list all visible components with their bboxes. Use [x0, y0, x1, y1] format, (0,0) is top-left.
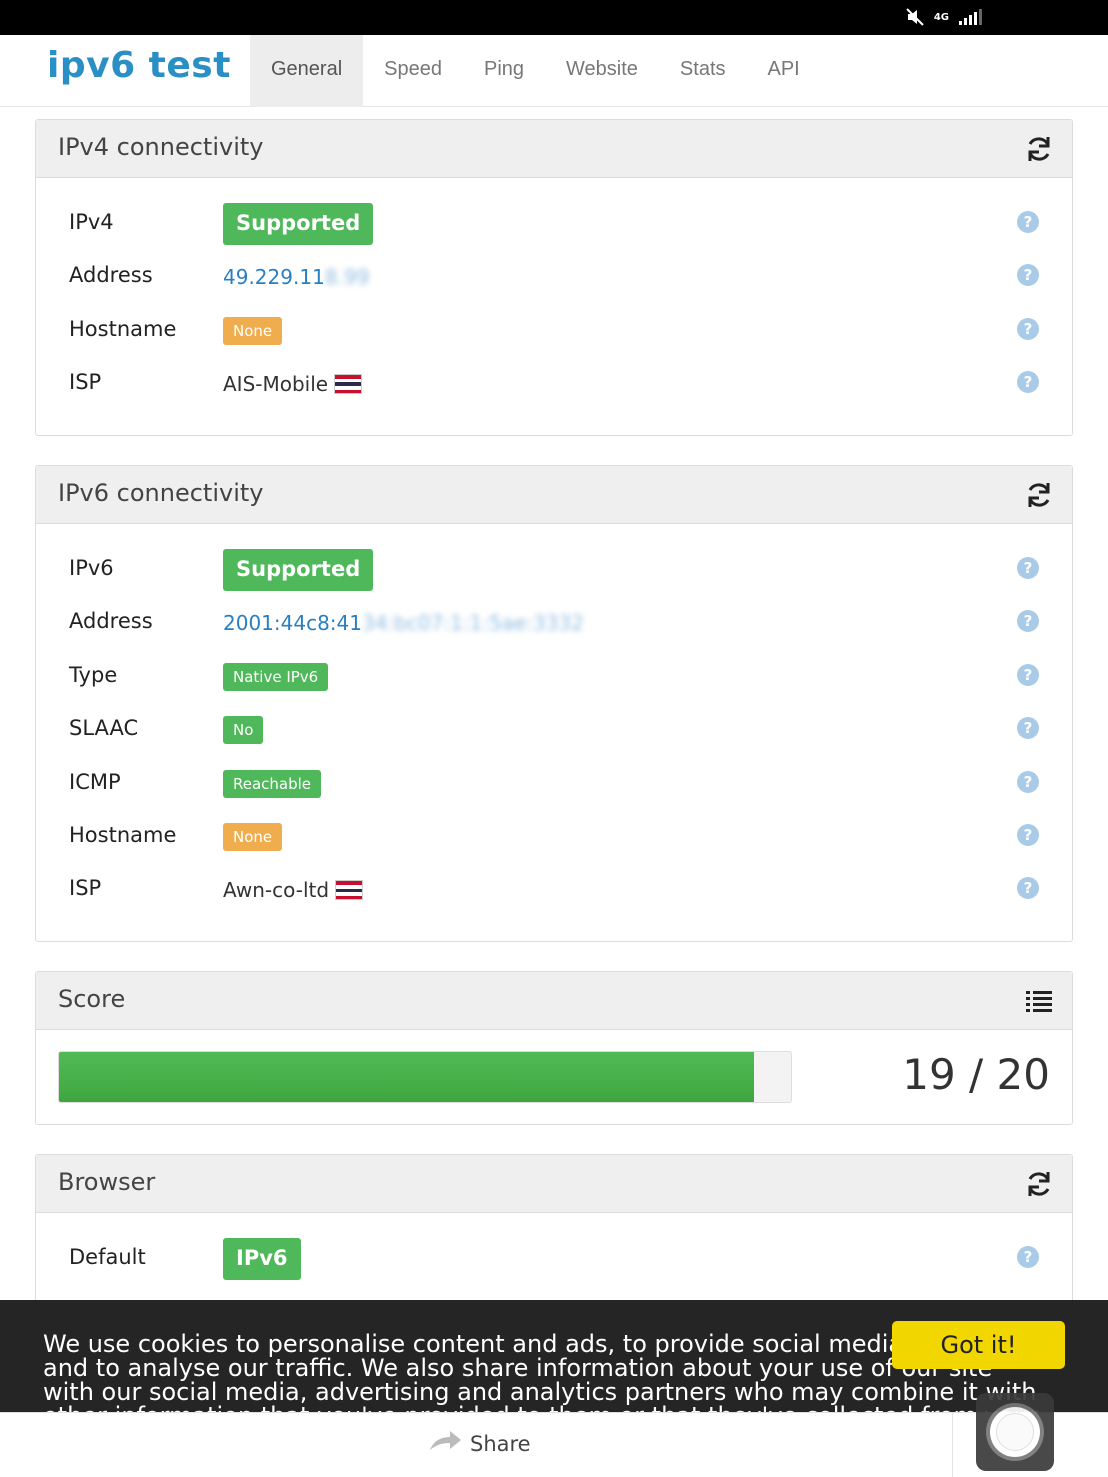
- row-label: IPv4: [69, 210, 114, 234]
- ipv4-panel: IPv4 connectivity IPv4 Supported ? Addre…: [35, 119, 1073, 436]
- cookie-accept-button[interactable]: Got it!: [892, 1321, 1065, 1369]
- browser-default-row: Default IPv6 ?: [36, 1238, 1072, 1292]
- browser-panel: Browser Default IPv6 ?: [35, 1154, 1073, 1324]
- help-icon[interactable]: ?: [1017, 317, 1039, 340]
- score-panel: Score 19 / 20: [35, 971, 1073, 1125]
- refresh-icon[interactable]: [1024, 134, 1054, 164]
- ipv6-slaac-row: SLAAC No ?: [36, 710, 1072, 763]
- main-nav: General Speed Ping Website Stats API: [250, 35, 821, 107]
- cookie-consent-bar: We use cookies to personalise content an…: [0, 1300, 1108, 1412]
- help-icon[interactable]: ?: [1017, 717, 1039, 740]
- row-label: ISP: [69, 370, 102, 395]
- panel-title: Score: [58, 985, 126, 1013]
- site-logo[interactable]: ipv6 test: [47, 45, 231, 86]
- row-label: IPv6: [69, 556, 114, 580]
- help-icon[interactable]: ?: [1017, 663, 1039, 686]
- help-icon[interactable]: ?: [1017, 211, 1039, 233]
- browser-panel-header: Browser: [36, 1155, 1072, 1213]
- help-icon[interactable]: ?: [1017, 770, 1039, 793]
- status-badge: Supported: [223, 549, 374, 591]
- logo-text-ipv6: ipv6: [47, 45, 136, 86]
- tab-website[interactable]: Website: [545, 35, 659, 107]
- ipv4-hostname-row: Hostname None ?: [36, 311, 1072, 364]
- tab-stats[interactable]: Stats: [659, 35, 747, 107]
- ipv6-status-row: IPv6 Supported ?: [36, 549, 1072, 603]
- row-label: Address: [69, 609, 153, 634]
- default-protocol-badge: IPv6: [223, 1238, 301, 1280]
- logo-text-test: test: [148, 45, 231, 86]
- status-icons: 4G: [906, 8, 982, 26]
- row-label: ISP: [69, 876, 102, 901]
- help-icon[interactable]: ?: [1017, 264, 1039, 287]
- row-label: Hostname: [69, 316, 177, 341]
- status-badge: Supported: [223, 203, 374, 245]
- ipv4-panel-header: IPv4 connectivity: [36, 120, 1072, 178]
- site-header: ipv6 test General Speed Ping Website Sta…: [0, 35, 1108, 107]
- type-badge: Native IPv6: [223, 662, 329, 691]
- refresh-icon[interactable]: [1024, 1169, 1054, 1199]
- network-4g-icon: 4G: [933, 11, 949, 23]
- divider: [952, 1413, 953, 1477]
- help-icon[interactable]: ?: [1017, 557, 1039, 579]
- tab-speed[interactable]: Speed: [363, 35, 463, 107]
- help-icon[interactable]: ?: [1017, 610, 1039, 633]
- score-progress-fill: [59, 1052, 755, 1102]
- address-blurred: 34:bc07:1:1:5ae:3332: [362, 611, 584, 636]
- panel-title: IPv6 connectivity: [58, 479, 264, 507]
- status-bar: 4G: [0, 0, 1108, 35]
- ipv4-status-row: IPv4 Supported ?: [36, 203, 1072, 257]
- ipv6-hostname-row: Hostname None ?: [36, 817, 1072, 870]
- floating-assistive-button[interactable]: [976, 1393, 1054, 1471]
- ipv6-panel: IPv6 connectivity IPv6 Supported ? Addre…: [35, 465, 1073, 942]
- share-button[interactable]: Share: [428, 1430, 531, 1457]
- row-label: Hostname: [69, 822, 177, 847]
- icmp-badge: Reachable: [223, 769, 322, 798]
- hostname-badge: None: [223, 316, 283, 345]
- help-icon[interactable]: ?: [1017, 823, 1039, 846]
- hostname-badge: None: [223, 822, 283, 851]
- signal-icon: [959, 9, 982, 25]
- panel-title: IPv4 connectivity: [58, 133, 264, 161]
- tab-general[interactable]: General: [250, 35, 364, 107]
- panel-title: Browser: [58, 1168, 156, 1196]
- address-blurred: 8.99: [324, 265, 370, 290]
- ipv6-isp-row: ISP Awn-co-ltd ?: [36, 870, 1072, 923]
- help-icon[interactable]: ?: [1017, 877, 1039, 900]
- score-value: 19 / 20: [902, 1050, 1050, 1099]
- assistive-touch-icon: [996, 1413, 1034, 1451]
- slaac-badge: No: [223, 716, 264, 745]
- isp-name: Awn-co-ltd: [223, 878, 330, 903]
- score-panel-header: Score: [36, 972, 1072, 1030]
- ipv4-isp-row: ISP AIS-Mobile ?: [36, 364, 1072, 417]
- ipv6-type-row: Type Native IPv6 ?: [36, 657, 1072, 710]
- mute-icon: [906, 8, 924, 26]
- thailand-flag-icon: [335, 880, 364, 901]
- address-text: 49.229.11: [223, 265, 325, 290]
- help-icon[interactable]: ?: [1017, 371, 1039, 394]
- help-icon[interactable]: ?: [1017, 1246, 1039, 1268]
- row-label: SLAAC: [69, 716, 139, 741]
- address-text: 2001:44c8:41: [223, 611, 362, 636]
- ipv6-address-row: Address 2001:44c8:41 34:bc07:1:1:5ae:3332…: [36, 603, 1072, 656]
- ipv6-address-link[interactable]: 2001:44c8:41 34:bc07:1:1:5ae:3332: [223, 611, 584, 635]
- score-progress-bar: [58, 1051, 792, 1103]
- ipv4-address-row: Address 49.229.11 8.99 ?: [36, 257, 1072, 310]
- thailand-flag-icon: [334, 374, 363, 395]
- share-arrow-icon: [428, 1430, 462, 1457]
- row-label: Type: [69, 662, 118, 687]
- row-label: Address: [69, 263, 153, 288]
- refresh-icon[interactable]: [1024, 480, 1054, 510]
- bottom-share-bar: Share: [0, 1412, 1108, 1477]
- list-icon[interactable]: [1024, 986, 1054, 1016]
- isp-name: AIS-Mobile: [223, 372, 329, 397]
- share-label: Share: [470, 1431, 531, 1456]
- ipv6-icmp-row: ICMP Reachable ?: [36, 764, 1072, 817]
- ipv6-panel-header: IPv6 connectivity: [36, 466, 1072, 524]
- row-label: Default: [69, 1245, 146, 1269]
- tab-api[interactable]: API: [747, 35, 821, 107]
- tab-ping[interactable]: Ping: [463, 35, 545, 107]
- row-label: ICMP: [69, 769, 121, 794]
- ipv4-address-link[interactable]: 49.229.11 8.99: [223, 265, 369, 289]
